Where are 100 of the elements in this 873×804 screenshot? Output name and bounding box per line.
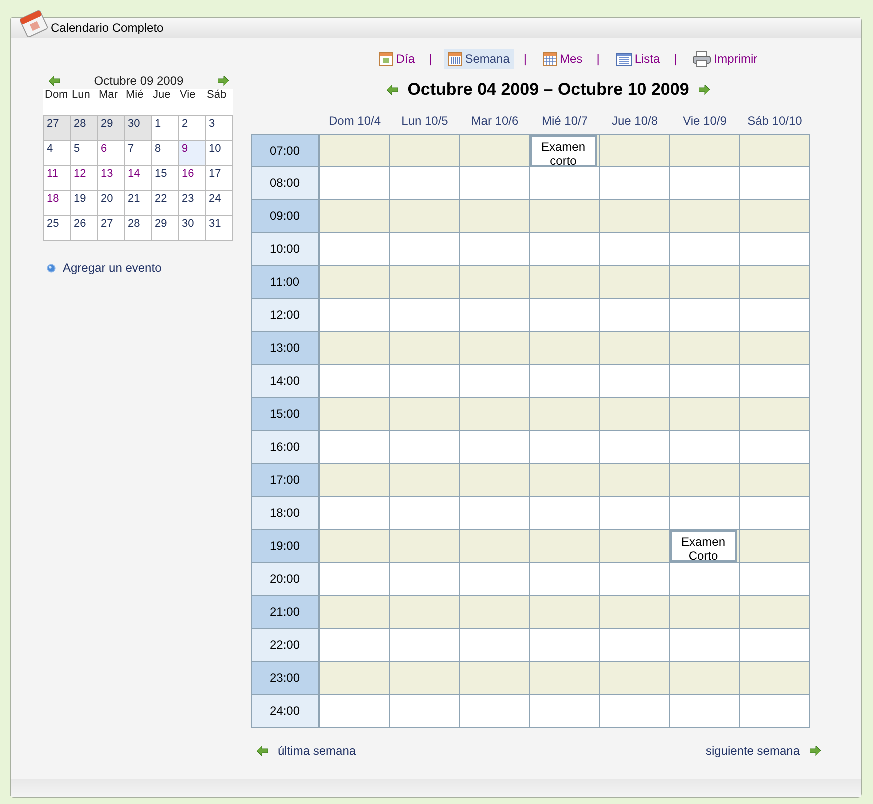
slot-cell[interactable] <box>600 629 670 662</box>
calendar-day[interactable]: 29 <box>98 116 125 141</box>
slot-cell[interactable] <box>390 134 460 167</box>
slot-cell[interactable] <box>530 332 600 365</box>
slot-cell[interactable] <box>600 299 670 332</box>
calendar-day[interactable]: 27 <box>44 116 71 141</box>
slot-cell[interactable] <box>390 530 460 563</box>
next-week-link[interactable]: siguiente semana <box>706 744 827 758</box>
slot-cell[interactable] <box>670 332 740 365</box>
slot-cell[interactable] <box>600 662 670 695</box>
slot-cell[interactable] <box>320 332 390 365</box>
slot-cell[interactable] <box>320 497 390 530</box>
slot-cell[interactable] <box>320 596 390 629</box>
slot-cell[interactable] <box>460 233 530 266</box>
slot-cell[interactable] <box>320 464 390 497</box>
calendar-day[interactable]: 4 <box>44 141 71 166</box>
slot-cell[interactable] <box>670 497 740 530</box>
slot-cell[interactable] <box>460 431 530 464</box>
slot-cell[interactable] <box>530 200 600 233</box>
slot-cell[interactable] <box>320 200 390 233</box>
slot-cell[interactable] <box>390 563 460 596</box>
calendar-day[interactable]: 23 <box>179 191 206 216</box>
slot-cell[interactable] <box>530 266 600 299</box>
calendar-day[interactable]: 17 <box>206 166 233 191</box>
slot-cell[interactable] <box>460 530 530 563</box>
slot-cell[interactable] <box>740 266 810 299</box>
calendar-day[interactable]: 21 <box>125 191 152 216</box>
slot-cell[interactable] <box>530 695 600 728</box>
slot-cell[interactable] <box>460 167 530 200</box>
slot-cell[interactable] <box>390 398 460 431</box>
calendar-day[interactable]: 10 <box>206 141 233 166</box>
calendar-day[interactable]: 15 <box>152 166 179 191</box>
slot-cell[interactable] <box>460 266 530 299</box>
calendar-day[interactable]: 28 <box>71 116 98 141</box>
slot-cell[interactable] <box>390 596 460 629</box>
slot-cell[interactable] <box>320 398 390 431</box>
calendar-day[interactable]: 18 <box>44 191 71 216</box>
slot-cell[interactable] <box>390 431 460 464</box>
slot-cell[interactable] <box>390 200 460 233</box>
calendar-day[interactable]: 1 <box>152 116 179 141</box>
slot-cell[interactable] <box>530 662 600 695</box>
slot-cell[interactable] <box>670 200 740 233</box>
calendar-day[interactable]: 27 <box>98 216 125 241</box>
slot-cell[interactable] <box>320 662 390 695</box>
calendar-day[interactable]: 28 <box>125 216 152 241</box>
slot-cell[interactable] <box>740 299 810 332</box>
slot-cell[interactable] <box>320 266 390 299</box>
previous-week-arrow-icon[interactable] <box>386 85 398 95</box>
slot-cell[interactable] <box>460 200 530 233</box>
slot-cell[interactable] <box>740 134 810 167</box>
slot-cell[interactable] <box>320 365 390 398</box>
slot-cell[interactable] <box>460 563 530 596</box>
slot-cell[interactable] <box>600 233 670 266</box>
slot-cell[interactable] <box>600 167 670 200</box>
slot-cell[interactable] <box>740 365 810 398</box>
slot-cell[interactable] <box>530 563 600 596</box>
view-tab[interactable]: Lista <box>612 49 664 69</box>
slot-cell[interactable] <box>600 365 670 398</box>
slot-cell[interactable] <box>320 695 390 728</box>
slot-cell[interactable] <box>320 629 390 662</box>
slot-cell[interactable] <box>600 332 670 365</box>
slot-cell[interactable] <box>460 497 530 530</box>
slot-cell[interactable] <box>390 695 460 728</box>
slot-cell[interactable] <box>600 200 670 233</box>
calendar-day[interactable]: 11 <box>44 166 71 191</box>
slot-cell[interactable] <box>600 497 670 530</box>
arrow-right-icon[interactable] <box>810 746 821 756</box>
slot-cell[interactable] <box>670 662 740 695</box>
slot-cell[interactable] <box>390 233 460 266</box>
slot-cell[interactable] <box>460 398 530 431</box>
slot-cell[interactable] <box>460 464 530 497</box>
slot-cell[interactable] <box>600 563 670 596</box>
slot-cell[interactable] <box>670 629 740 662</box>
slot-cell[interactable] <box>530 596 600 629</box>
slot-cell[interactable] <box>600 596 670 629</box>
slot-cell[interactable] <box>320 431 390 464</box>
calendar-day[interactable]: 30 <box>179 216 206 241</box>
previous-week-link[interactable]: última semana <box>257 744 362 758</box>
arrow-left-icon[interactable] <box>257 746 268 756</box>
slot-cell[interactable] <box>320 299 390 332</box>
slot-cell[interactable] <box>600 431 670 464</box>
slot-cell[interactable] <box>740 398 810 431</box>
calendar-day[interactable]: 29 <box>152 216 179 241</box>
slot-cell[interactable] <box>670 167 740 200</box>
slot-cell[interactable] <box>460 365 530 398</box>
slot-cell[interactable] <box>320 134 390 167</box>
slot-cell[interactable] <box>670 233 740 266</box>
slot-cell[interactable] <box>670 299 740 332</box>
calendar-day[interactable]: 8 <box>152 141 179 166</box>
add-event-link[interactable]: Agregar un evento <box>63 261 162 275</box>
calendar-day[interactable]: 6 <box>98 141 125 166</box>
slot-cell[interactable] <box>740 167 810 200</box>
slot-cell[interactable] <box>460 695 530 728</box>
calendar-day[interactable]: 25 <box>44 216 71 241</box>
slot-cell[interactable] <box>390 365 460 398</box>
slot-cell[interactable] <box>740 497 810 530</box>
slot-cell[interactable] <box>670 398 740 431</box>
slot-cell[interactable] <box>320 233 390 266</box>
next-week-arrow-icon[interactable] <box>699 85 710 95</box>
slot-cell[interactable] <box>390 299 460 332</box>
